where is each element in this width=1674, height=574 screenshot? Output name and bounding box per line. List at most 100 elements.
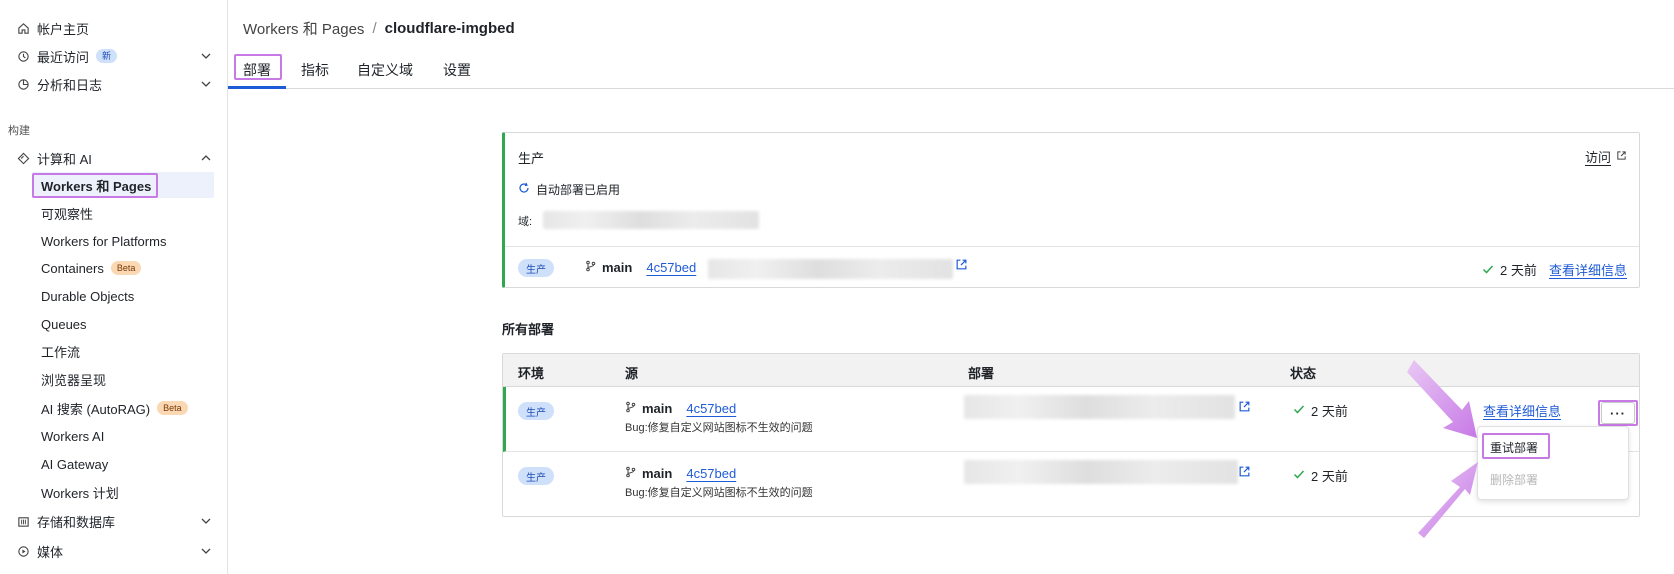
env-cell: 生产	[518, 467, 554, 485]
sidebar-item-label: 可观察性	[41, 206, 94, 222]
external-link-icon[interactable]	[955, 258, 968, 274]
sidebar-item-label: 工作流	[41, 344, 81, 360]
deploy-age: 2 天前	[1500, 263, 1537, 278]
tab-custom-domains[interactable]: 自定义域	[357, 58, 413, 82]
retry-deployment-menu-item[interactable]: 重试部署	[1490, 439, 1538, 456]
sidebar-item-label: Queues	[41, 316, 87, 332]
status-cell: 2 天前	[1293, 466, 1348, 485]
sidebar-item-browser-rendering[interactable]: 浏览器呈现	[32, 366, 214, 392]
tab-settings[interactable]: 设置	[443, 58, 471, 82]
breadcrumb: Workers 和 Pages / cloudflare-imgbed	[243, 18, 515, 39]
sidebar-item-compute[interactable]: 计算和 AI	[16, 145, 213, 171]
pie-chart-icon	[16, 77, 30, 91]
git-branch-icon	[585, 260, 596, 275]
view-details-link[interactable]: 查看详细信息	[1483, 401, 1561, 420]
redacted-deployment-url	[708, 259, 953, 279]
source-cell: main 4c57bed	[625, 401, 736, 416]
sidebar-item-workers-ai[interactable]: Workers AI	[32, 423, 214, 449]
active-tab-indicator	[228, 86, 286, 89]
delete-deployment-menu-item[interactable]: 删除部署	[1490, 471, 1538, 488]
production-env-badge: 生产	[518, 259, 554, 277]
column-header: 源	[625, 366, 639, 381]
chevron-down-icon	[199, 544, 213, 558]
deploy-age: 2 天前	[1311, 404, 1348, 419]
all-deployments-title: 所有部署	[502, 322, 555, 337]
beta-badge: Beta	[110, 261, 142, 275]
sidebar-item-label: 分析和日志	[37, 77, 103, 93]
database-icon	[16, 514, 30, 528]
external-link-icon	[1616, 149, 1627, 164]
production-title: 生产	[518, 151, 545, 166]
tab-deployments[interactable]: 部署	[243, 58, 271, 82]
commit-link[interactable]: 4c57bed	[686, 401, 736, 416]
sidebar-item-label: 浏览器呈现	[41, 372, 107, 388]
sidebar-item-storage[interactable]: 存储和数据库	[16, 508, 213, 534]
commit-message: Bug:修复自定义网站图标不生效的问题	[625, 487, 813, 499]
sidebar-item-label: 计算和 AI	[37, 151, 92, 167]
sidebar-item-label: AI 搜索 (AutoRAG)	[41, 401, 151, 417]
env-badge: 生产	[518, 402, 554, 420]
sidebar-item-ai-search[interactable]: AI 搜索 (AutoRAG) Beta	[32, 395, 214, 421]
chevron-down-icon	[199, 77, 213, 91]
source-cell: main 4c57bed	[625, 466, 736, 481]
sidebar-item-ai-gateway[interactable]: AI Gateway	[32, 451, 214, 477]
sidebar-item-workflows[interactable]: 工作流	[32, 338, 214, 364]
beta-badge: Beta	[157, 401, 188, 415]
sidebar-item-observability[interactable]: 可观察性	[32, 200, 214, 226]
column-header: 环境	[518, 366, 545, 381]
external-link-icon[interactable]	[1238, 400, 1251, 416]
production-source: main 4c57bed	[585, 260, 696, 275]
sidebar-item-label: Workers 计划	[41, 485, 119, 501]
refresh-icon	[518, 182, 530, 197]
sidebar-item-label: 帐户主页	[37, 21, 90, 37]
new-badge: 新	[96, 49, 118, 63]
branch-name: main	[642, 466, 673, 481]
check-icon	[1293, 403, 1305, 418]
sidebar-item-analytics[interactable]: 分析和日志	[16, 71, 213, 97]
redacted-deployment-url	[964, 395, 1235, 419]
sidebar-item-recent[interactable]: 最近访问 新	[16, 43, 213, 69]
sidebar-section-build: 构建	[8, 125, 30, 137]
env-cell: 生产	[518, 402, 554, 420]
auto-deploy-label: 自动部署已启用	[536, 183, 621, 197]
commit-message: Bug:修复自定义网站图标不生效的问题	[625, 422, 813, 434]
chevron-up-icon	[199, 151, 213, 165]
sidebar-item-workers-plans[interactable]: Workers 计划	[32, 479, 214, 505]
tab-metrics[interactable]: 指标	[301, 58, 329, 82]
sidebar-item-label: Containers	[41, 260, 104, 276]
sidebar-item-label: Workers AI	[41, 428, 105, 444]
tab-label: 设置	[443, 62, 471, 78]
sidebar-item-workers-for-platforms[interactable]: Workers for Platforms	[32, 228, 214, 254]
sidebar-item-label: 最近访问	[37, 49, 90, 65]
production-card: 生产 访问 自动部署已启用 域: 生产 main 4c57bed 2 天前 查看…	[502, 132, 1640, 288]
column-header: 状态	[1290, 366, 1317, 381]
sidebar-item-queues[interactable]: Queues	[32, 311, 214, 337]
commit-link[interactable]: 4c57bed	[646, 260, 696, 275]
production-status: 2 天前	[1482, 260, 1537, 279]
sidebar-item-workers-pages[interactable]: Workers 和 Pages	[32, 172, 214, 198]
git-branch-icon	[625, 401, 636, 416]
commit-link[interactable]: 4c57bed	[686, 466, 736, 481]
tab-label: 自定义域	[357, 62, 413, 78]
sidebar-item-home[interactable]: 帐户主页	[16, 15, 213, 41]
sidebar-item-label: Workers for Platforms	[41, 233, 167, 249]
column-header: 部署	[968, 366, 995, 381]
redacted-deployment-url	[964, 460, 1238, 484]
card-divider	[505, 246, 1639, 247]
sidebar-item-containers[interactable]: Containers Beta	[32, 255, 214, 281]
history-icon	[16, 49, 30, 63]
sidebar-item-durable-objects[interactable]: Durable Objects	[32, 283, 214, 309]
table-row: 生产 main 4c57bed Bug:修复自定义网站图标不生效的问题 2 天前…	[503, 387, 1639, 452]
external-link-icon[interactable]	[1238, 465, 1251, 481]
sidebar-item-media[interactable]: 媒体	[16, 538, 213, 564]
deployments-table: 环境 源 部署 状态 生产 main 4c57bed Bug:修复自定义网站图标…	[502, 353, 1640, 517]
compute-icon	[16, 151, 30, 165]
domain-label: 域:	[518, 216, 533, 228]
redacted-domain	[543, 211, 759, 229]
view-details-link[interactable]: 查看详细信息	[1549, 260, 1627, 279]
check-icon	[1482, 262, 1494, 278]
visit-link[interactable]: 访问	[1585, 147, 1627, 166]
status-cell: 2 天前	[1293, 401, 1348, 420]
more-actions-button[interactable]: ···	[1601, 402, 1635, 424]
breadcrumb-parent[interactable]: Workers 和 Pages	[243, 18, 364, 39]
